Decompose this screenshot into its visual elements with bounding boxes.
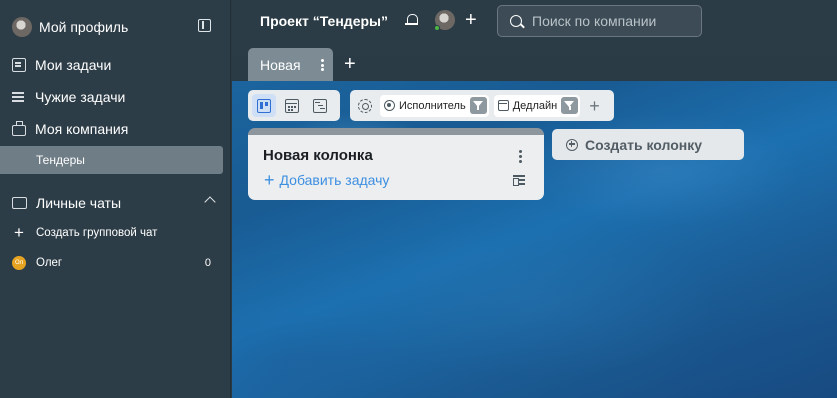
chat-name: Олег (36, 257, 63, 269)
unread-count: 0 (204, 257, 211, 269)
search-box (497, 5, 702, 37)
funnel-icon[interactable] (561, 97, 579, 114)
profile-name: Мой профиль (39, 19, 129, 35)
create-column-button[interactable]: Создать колонку (552, 129, 744, 160)
online-status-dot (434, 25, 440, 31)
project-title[interactable]: Проект “Тендеры” (260, 13, 388, 29)
gear-icon[interactable] (358, 98, 372, 113)
add-task-button[interactable]: + Добавить задачу (264, 170, 390, 190)
template-icon[interactable] (513, 175, 525, 187)
personal-chats-label: Личные чаты (36, 195, 122, 211)
filter-deadline[interactable]: Дедлайн (493, 94, 581, 117)
board-view-icon (257, 98, 271, 113)
sidebar-item-label: Мои задачи (35, 57, 112, 73)
sidebar-item-others-tasks[interactable]: Чужие задачи (12, 89, 125, 105)
plus-icon: + (14, 223, 24, 242)
search-input[interactable] (532, 13, 692, 29)
board-column: Новая колонка + Добавить задачу (248, 128, 544, 200)
tab-new[interactable]: Новая (248, 48, 333, 81)
column-more-icon[interactable] (519, 150, 522, 165)
add-tab-button[interactable]: + (344, 53, 356, 76)
board-view-button[interactable] (252, 94, 276, 117)
add-task-label: Добавить задачу (279, 172, 390, 188)
calendar-view-button[interactable] (280, 94, 304, 117)
briefcase-icon (12, 121, 26, 136)
sidebar-item-my-company[interactable]: Моя компания (12, 121, 128, 137)
create-column-label: Создать колонку (585, 136, 702, 153)
view-switcher (248, 90, 340, 121)
collapse-sidebar-icon[interactable] (198, 19, 211, 32)
chat-item[interactable]: Ол Олег 0 (12, 256, 211, 270)
create-group-chat-button[interactable]: + Создать групповой чат (12, 223, 158, 242)
sidebar: Мой профиль Мои задачи Чужие задачи Моя … (0, 0, 231, 398)
tab-more-icon[interactable] (321, 59, 324, 71)
profile-avatar (12, 17, 32, 37)
calendar-icon (497, 100, 509, 111)
gantt-view-button[interactable] (308, 94, 332, 117)
add-member-button[interactable]: + (465, 10, 477, 30)
gantt-view-icon (313, 98, 327, 113)
sidebar-item-label: Чужие задачи (35, 89, 126, 105)
main-area: Проект “Тендеры” + Новая + Исполнитель Д… (232, 0, 837, 398)
filter-label: Исполнитель (399, 99, 466, 112)
add-filter-button[interactable]: + (589, 97, 600, 115)
personal-chats-header[interactable]: Личные чаты (12, 195, 216, 211)
profile-button[interactable]: Мой профиль (12, 17, 128, 37)
tasks-icon (12, 58, 26, 72)
chat-avatar: Ол (12, 256, 26, 270)
sidebar-item-label: Тендеры (36, 153, 85, 167)
column-title[interactable]: Новая колонка (263, 147, 373, 164)
sidebar-item-tenders[interactable]: Тендеры (0, 146, 223, 174)
tab-label: Новая (260, 56, 301, 73)
filter-label: Дедлайн (512, 99, 558, 112)
chevron-up-icon[interactable] (204, 196, 216, 208)
list-icon (12, 90, 26, 104)
circle-plus-icon (566, 138, 578, 151)
sidebar-item-my-tasks[interactable]: Мои задачи (12, 57, 111, 73)
sidebar-item-label: Моя компания (35, 121, 129, 137)
calendar-view-icon (285, 98, 299, 113)
filter-bar: Исполнитель Дедлайн + (350, 90, 614, 121)
bell-icon[interactable] (405, 13, 418, 27)
search-icon (510, 15, 522, 27)
funnel-icon[interactable] (469, 97, 487, 114)
create-group-chat-label: Создать групповой чат (36, 227, 158, 239)
plus-icon: + (264, 170, 275, 190)
filter-assignee[interactable]: Исполнитель (380, 94, 489, 117)
user-icon (384, 100, 395, 111)
chat-icon (12, 197, 27, 209)
